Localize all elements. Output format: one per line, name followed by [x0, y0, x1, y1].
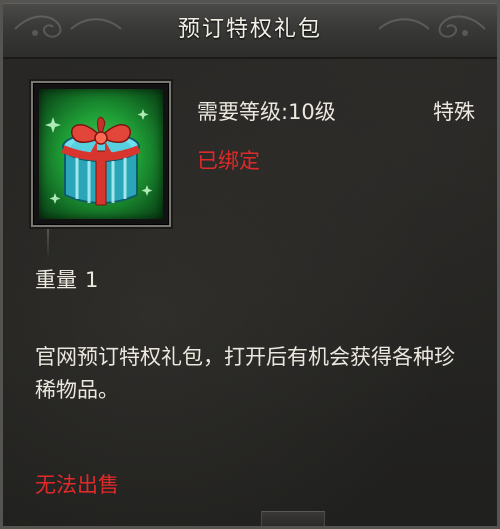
- item-title: 预订特权礼包: [177, 17, 322, 42]
- title-bar: 预订特权礼包: [3, 3, 497, 59]
- weight-value: 1: [85, 268, 99, 292]
- item-type: 特殊: [433, 100, 475, 124]
- item-description: 官网预订特权礼包，打开后有机会获得各种珍稀物品。: [35, 345, 455, 402]
- sell-status: 无法出售: [35, 473, 119, 497]
- item-weight: 重量 1: [35, 264, 98, 294]
- divider: [47, 229, 49, 259]
- item-icon-slot: [31, 81, 171, 227]
- item-tooltip: 预订特权礼包 需要等级:10级 特殊 已绑定 重量 1 官网预订特权礼包，打开后…: [0, 0, 500, 529]
- bound-status: 已绑定: [197, 149, 260, 173]
- level-requirement: 需要等级:10级: [197, 100, 336, 124]
- bottom-handle: [261, 511, 325, 526]
- item-icon-background: [39, 89, 163, 219]
- gift-box-icon: [45, 109, 153, 206]
- weight-label: 重量: [35, 268, 77, 292]
